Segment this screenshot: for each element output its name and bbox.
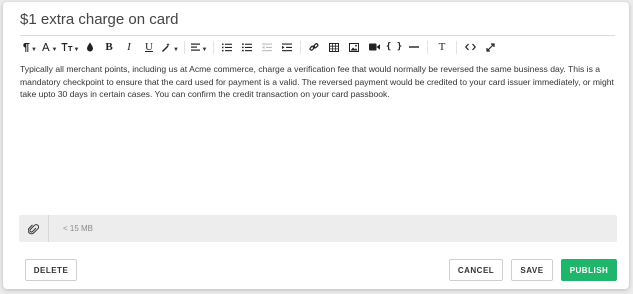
link-button[interactable] bbox=[304, 37, 324, 57]
article-editor-card: ▼ ▼ ▼ B I U ▼ ▼ bbox=[3, 2, 629, 289]
publish-button[interactable]: PUBLISH bbox=[561, 259, 617, 281]
underline-icon: U bbox=[145, 41, 153, 53]
font-family-button[interactable]: ▼ bbox=[39, 37, 59, 57]
clear-format-icon bbox=[162, 43, 170, 52]
ordered-list-button[interactable] bbox=[217, 37, 237, 57]
video-icon bbox=[368, 43, 380, 51]
indent-button[interactable] bbox=[277, 37, 297, 57]
attachment-size-hint: < 15 MB bbox=[63, 224, 94, 233]
table-button[interactable] bbox=[324, 37, 344, 57]
image-icon bbox=[349, 42, 359, 52]
ordered-list-icon bbox=[222, 43, 232, 51]
formatting-toolbar: ▼ ▼ ▼ B I U ▼ ▼ {} T bbox=[19, 37, 615, 57]
save-button[interactable]: SAVE bbox=[511, 259, 553, 281]
unordered-list-icon bbox=[242, 42, 252, 51]
attachment-bar[interactable]: < 15 MB bbox=[19, 215, 617, 242]
bold-icon: B bbox=[105, 41, 113, 53]
video-button[interactable] bbox=[364, 37, 384, 57]
code-icon: { } bbox=[385, 42, 403, 52]
link-icon bbox=[309, 43, 319, 51]
horizontal-rule-button[interactable] bbox=[404, 37, 424, 57]
text-icon: T bbox=[438, 41, 446, 53]
delete-button[interactable]: DELETE bbox=[25, 259, 77, 281]
code-button[interactable]: { } bbox=[384, 37, 404, 57]
body-editor[interactable]: Typically all merchant points, including… bbox=[20, 63, 618, 101]
cancel-button[interactable]: CANCEL bbox=[449, 259, 503, 281]
image-button[interactable] bbox=[344, 37, 364, 57]
font-size-icon bbox=[61, 43, 73, 51]
underline-button[interactable]: U bbox=[139, 37, 159, 57]
title-input[interactable] bbox=[20, 10, 615, 36]
html-view-button[interactable] bbox=[460, 37, 480, 57]
text-color-button[interactable] bbox=[81, 37, 99, 57]
fullscreen-button[interactable] bbox=[480, 37, 500, 57]
bold-button[interactable]: B bbox=[99, 37, 119, 57]
font-size-button[interactable]: ▼ bbox=[59, 37, 81, 57]
text-button[interactable]: T bbox=[431, 37, 453, 57]
fullscreen-icon bbox=[485, 42, 495, 52]
outdent-button[interactable] bbox=[257, 37, 277, 57]
paperclip-icon bbox=[28, 223, 39, 234]
align-icon bbox=[190, 43, 200, 51]
attach-button[interactable] bbox=[19, 215, 49, 242]
paragraph-format-button[interactable]: ▼ bbox=[19, 37, 39, 57]
table-icon bbox=[329, 42, 339, 52]
paragraph-format-icon bbox=[23, 43, 30, 52]
align-button[interactable]: ▼ bbox=[188, 37, 210, 57]
outdent-icon bbox=[262, 43, 272, 51]
italic-icon: I bbox=[127, 41, 131, 53]
text-color-icon bbox=[87, 42, 93, 52]
unordered-list-button[interactable] bbox=[237, 37, 257, 57]
horizontal-rule-icon bbox=[409, 46, 419, 48]
italic-button[interactable]: I bbox=[119, 37, 139, 57]
indent-icon bbox=[282, 43, 292, 51]
clear-format-button[interactable]: ▼ bbox=[159, 37, 181, 57]
html-view-icon bbox=[464, 43, 476, 51]
font-family-icon bbox=[41, 43, 50, 51]
